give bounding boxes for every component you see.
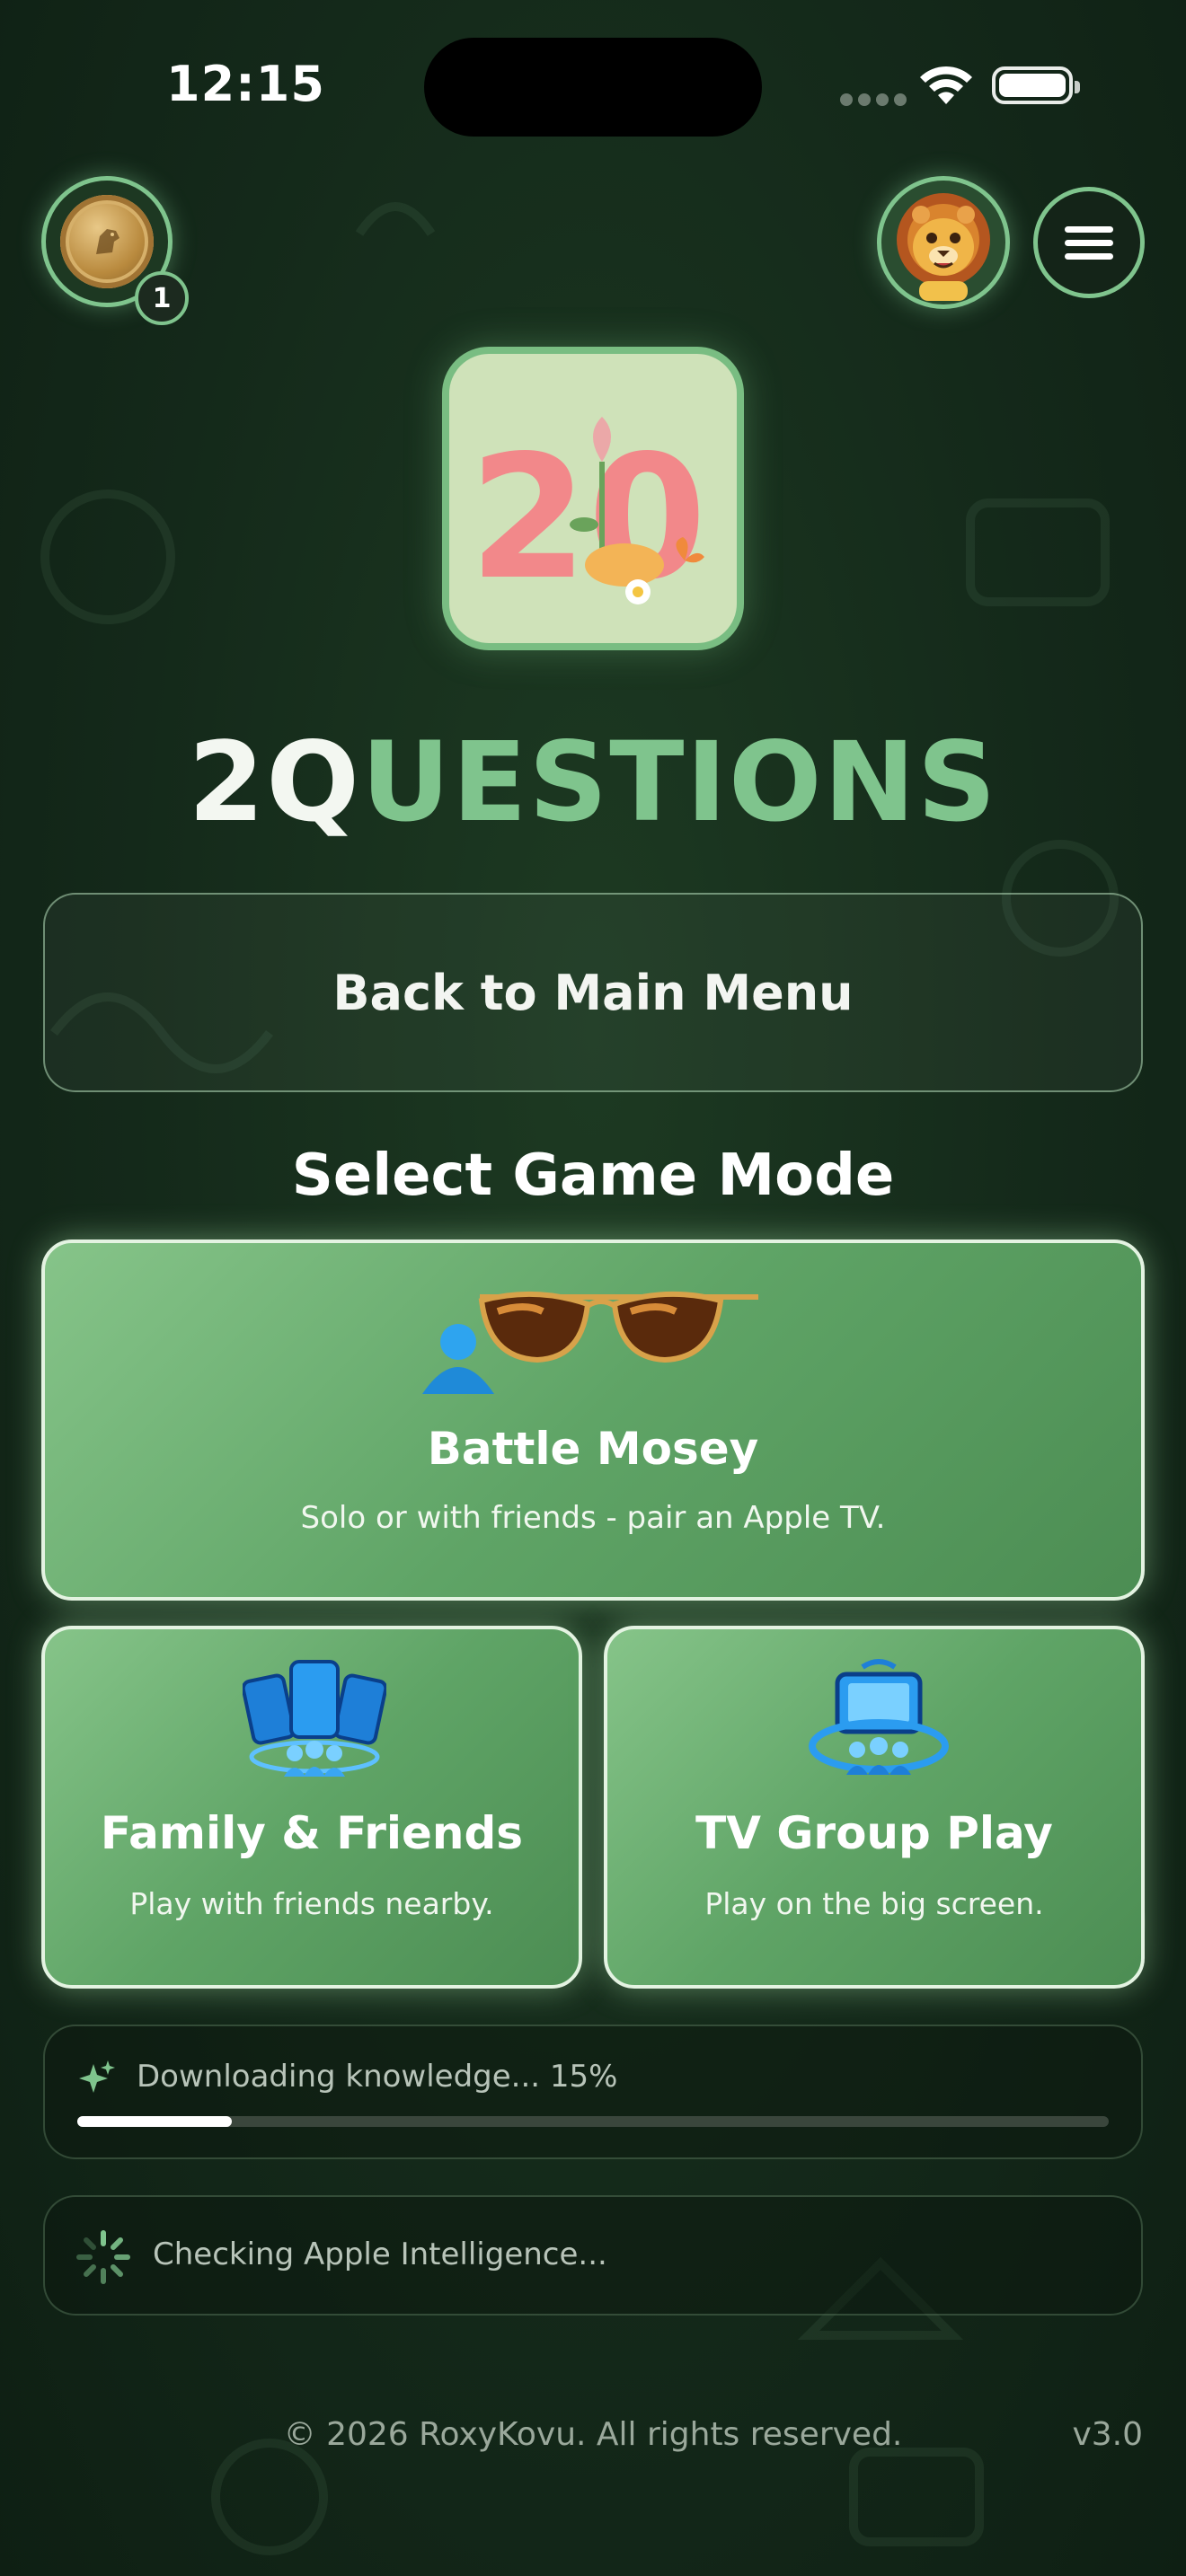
brand-title-part1: 2Q: [188, 719, 362, 846]
wifi-icon: [920, 66, 972, 104]
hamburger-icon: [1065, 225, 1113, 233]
back-to-main-menu-button[interactable]: Back to Main Menu: [43, 893, 1143, 1092]
status-time: 12:15: [166, 56, 325, 112]
tv-group-play-title: TV Group Play: [695, 1807, 1053, 1859]
family-friends-subtitle: Play with friends nearby.: [129, 1886, 494, 1921]
intelligence-status-text: Checking Apple Intelligence...: [153, 2236, 607, 2272]
menu-button[interactable]: [1033, 187, 1145, 298]
family-friends-title: Family & Friends: [100, 1807, 524, 1859]
battle-mosey-card[interactable]: Battle Mosey Solo or with friends - pair…: [41, 1239, 1145, 1601]
profile-avatar-button[interactable]: [877, 176, 1010, 309]
sparkle-icon: [79, 2060, 115, 2093]
version-label: v3.0: [1072, 2416, 1143, 2453]
section-title: Select Game Mode: [291, 1142, 895, 1209]
battery-icon: [992, 66, 1080, 104]
dynamic-island: [424, 38, 762, 137]
brand-title-part2: UESTIONS: [361, 719, 998, 846]
tv-group-play-card[interactable]: TV Group Play Play on the big screen.: [604, 1626, 1145, 1989]
coin-count-badge: 1: [135, 271, 189, 325]
family-friends-card[interactable]: Family & Friends Play with friends nearb…: [41, 1626, 582, 1989]
coin-icon: [60, 195, 154, 288]
download-status-panel: Downloading knowledge... 15%: [43, 2025, 1143, 2159]
sunglasses-person-icon: [422, 1291, 758, 1394]
cellular-signal-icon: [840, 93, 907, 106]
app-logo: 20: [442, 347, 744, 650]
battle-mosey-title: Battle Mosey: [427, 1423, 759, 1475]
battle-mosey-subtitle: Solo or with friends - pair an Apple TV.: [300, 1500, 886, 1536]
loading-spinner-icon: [76, 2230, 130, 2284]
download-status-text: Downloading knowledge... 15%: [137, 2059, 618, 2095]
lion-avatar-icon: [897, 193, 990, 301]
download-progress-fill: [77, 2116, 233, 2127]
intelligence-status-panel: Checking Apple Intelligence...: [43, 2195, 1143, 2316]
tv-group-icon: [809, 1659, 949, 1775]
copyright-text: © 2026 RoxyKovu. All rights reserved.: [283, 2416, 903, 2453]
phones-group-icon: [243, 1660, 386, 1777]
tv-group-play-subtitle: Play on the big screen.: [704, 1886, 1044, 1921]
brand-title: 2QUESTIONS: [0, 719, 1186, 846]
download-progress-bar: [77, 2116, 1109, 2127]
